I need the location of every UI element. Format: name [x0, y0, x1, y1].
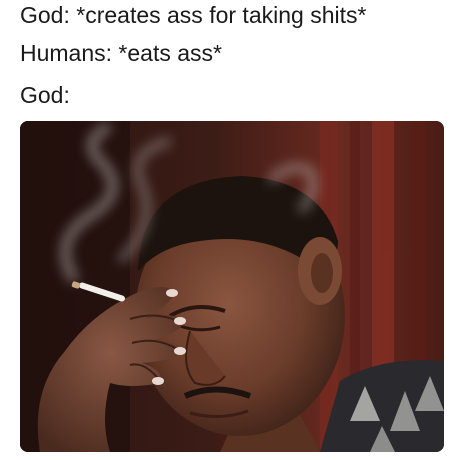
meme-caption-line-1: God: *creates ass for taking shits*: [20, 2, 367, 28]
meme-caption-line-3: God:: [20, 82, 70, 108]
meme-caption-line-2: Humans: *eats ass*: [20, 40, 222, 66]
reaction-image: [20, 121, 444, 452]
meme-photo: [20, 121, 444, 452]
